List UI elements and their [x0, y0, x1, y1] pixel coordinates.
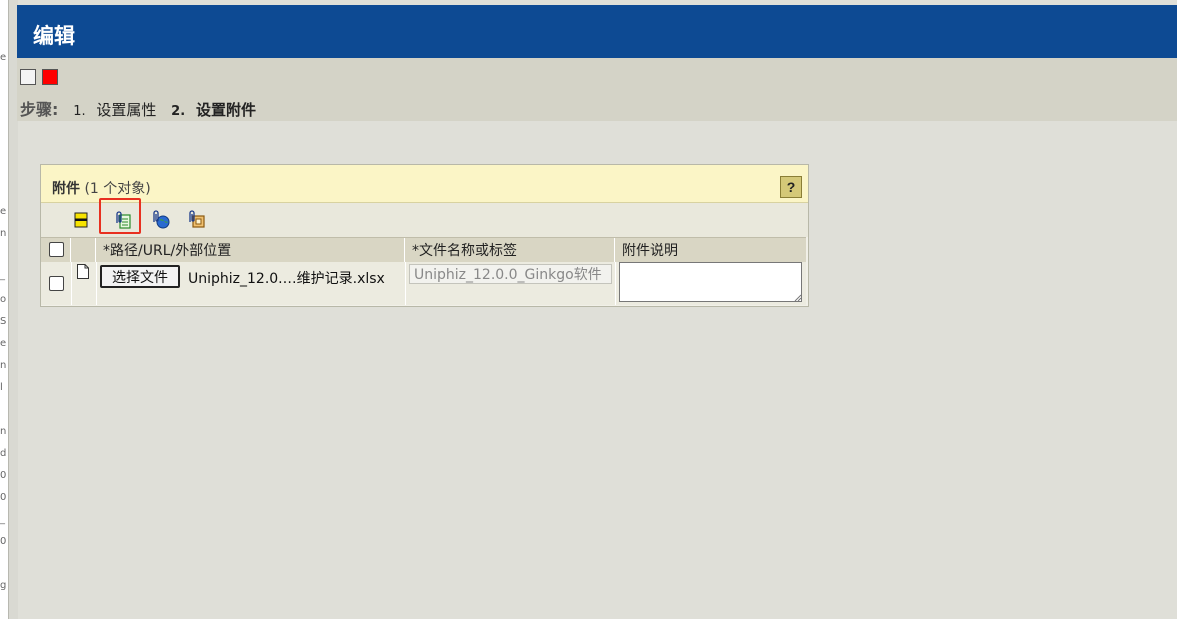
restore-window-icon[interactable] — [20, 69, 36, 85]
close-window-icon[interactable] — [42, 69, 58, 85]
cell-divider — [96, 262, 97, 305]
wizard-header: 步骤: 1. 设置属性 2. 设置附件 — [17, 58, 1177, 121]
row-checkbox[interactable] — [49, 276, 64, 291]
attachment-description-textarea[interactable] — [619, 262, 802, 302]
cell-divider — [405, 262, 406, 305]
cell-divider — [71, 262, 72, 305]
step-1-link[interactable]: 设置属性 — [96, 101, 156, 119]
left-edge-strip: e e n _ o S e n l n d 0 0 _ 0 g — [0, 0, 8, 619]
table-row: 选择文件 Uniphiz_12.0.…维护记录.xlsx Uniphiz_12.… — [41, 262, 806, 305]
attach-external-icon[interactable] — [187, 210, 207, 230]
window-title-bar: 编辑 — [17, 5, 1177, 58]
attachments-title: 附件 — [52, 181, 80, 197]
attachments-toolbar — [41, 198, 808, 237]
attachments-count: (1 个对象) — [84, 181, 151, 197]
header-type-cell — [71, 238, 96, 262]
select-all-checkbox[interactable] — [49, 242, 64, 257]
column-header-label[interactable]: *文件名称或标签 — [405, 238, 615, 262]
attachments-panel-title: 附件 (1 个对象) — [52, 178, 151, 198]
file-label-input[interactable]: Uniphiz_12.0.0_Ginkgo软件 — [409, 264, 612, 284]
attach-url-icon[interactable] — [151, 210, 171, 230]
help-button[interactable]: ? — [780, 176, 802, 198]
selected-file-name: Uniphiz_12.0.…维护记录.xlsx — [188, 271, 385, 287]
choose-file-button[interactable]: 选择文件 — [100, 265, 180, 288]
column-header-description[interactable]: 附件说明 — [615, 238, 806, 262]
step-2-current: 设置附件 — [195, 101, 256, 119]
step-2-number: 2. — [171, 104, 186, 119]
window-title: 编辑 — [33, 24, 75, 48]
column-header-path[interactable]: *路径/URL/外部位置 — [96, 238, 405, 262]
select-all-icon[interactable] — [71, 210, 91, 230]
document-icon — [77, 264, 89, 279]
attach-local-file-icon[interactable] — [113, 210, 133, 230]
resize-grip-icon[interactable] — [794, 294, 802, 302]
wizard-steps: 步骤: 1. 设置属性 2. 设置附件 — [20, 96, 256, 120]
steps-label: 步骤: — [20, 100, 59, 119]
attachments-table-header: *路径/URL/外部位置 *文件名称或标签 附件说明 — [41, 237, 806, 263]
step-1-number: 1. — [73, 104, 86, 119]
cell-divider — [615, 262, 616, 305]
attachments-panel-header: 附件 (1 个对象) ? — [41, 165, 808, 203]
header-select-cell — [41, 238, 71, 262]
attachments-panel: 附件 (1 个对象) ? *路径/URL/外部位置 *文件名称或标签 附件说明 … — [40, 164, 809, 307]
